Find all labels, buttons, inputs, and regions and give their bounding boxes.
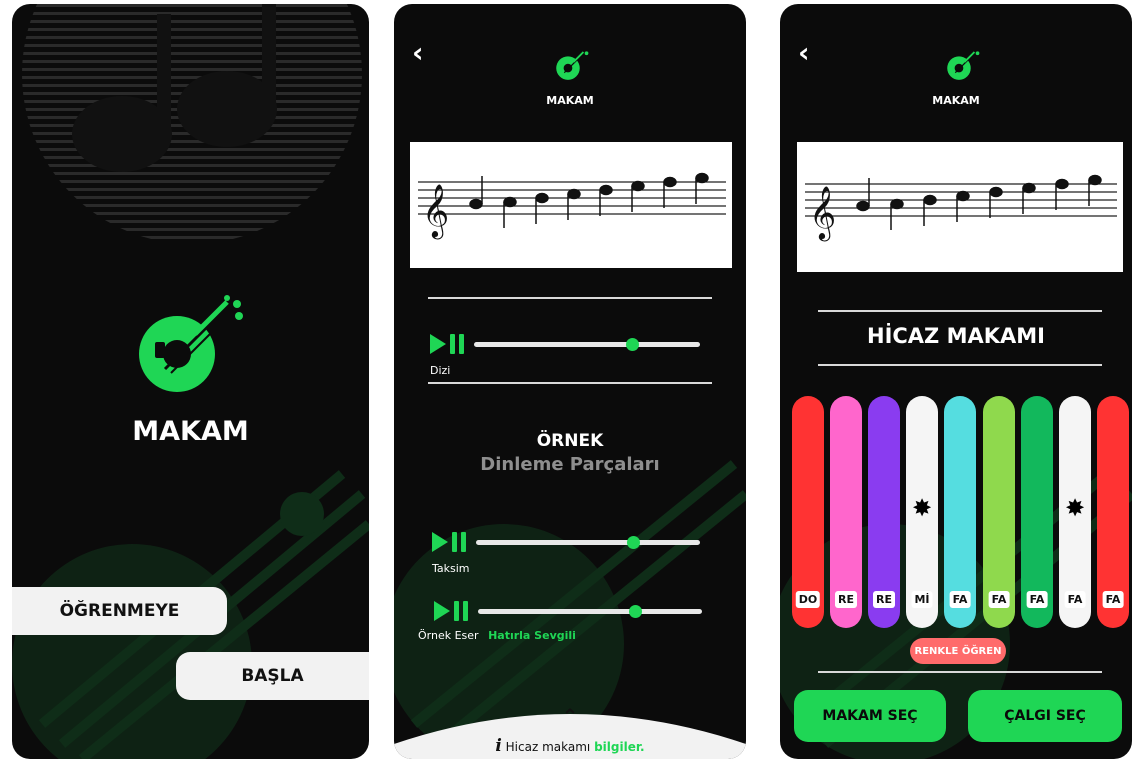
note-label: FA [949, 591, 971, 608]
progress-knob[interactable] [626, 535, 640, 549]
color-bar[interactable]: FA [1021, 396, 1053, 628]
divider [428, 297, 712, 299]
progress-track[interactable] [478, 604, 702, 618]
progress-track[interactable] [474, 337, 700, 351]
app-title: MAKAM [132, 416, 249, 447]
makam-colors-screen: ‹ MAKAM 𝄞 HİCAZ MAKAMI DO RE RE ✸ Mİ FA … [780, 4, 1132, 759]
pause-icon[interactable] [454, 601, 468, 621]
divider [818, 364, 1102, 366]
note-label: FA [988, 591, 1010, 608]
select-instrument-button[interactable]: ÇALGI SEÇ [968, 690, 1122, 742]
example-piece-link[interactable]: Hatırla Sevgili [488, 629, 576, 642]
play-icon[interactable] [430, 334, 446, 354]
select-makam-button[interactable]: MAKAM SEÇ [794, 690, 946, 742]
guitar-logo-icon [556, 51, 589, 80]
info-link[interactable]: bilgiler. [594, 740, 645, 754]
guitar-logo-icon [139, 295, 243, 392]
info-line: i Hicaz makamı bilgiler. [394, 736, 746, 756]
note-label: DO [795, 591, 821, 608]
guitar-logo-icon [947, 51, 980, 80]
progress-track[interactable] [476, 535, 700, 549]
divider [818, 310, 1102, 312]
start-button[interactable]: BAŞLA [176, 652, 369, 700]
back-chevron-icon[interactable]: ‹ [412, 36, 424, 69]
color-bar[interactable]: FA [944, 396, 976, 628]
music-staff: 𝄞 [797, 142, 1123, 272]
info-prefix: Hicaz makamı [505, 740, 591, 754]
header-title: MAKAM [546, 94, 594, 107]
progress-knob[interactable] [628, 604, 642, 618]
star-icon: ✸ [1064, 494, 1086, 522]
color-bar[interactable]: ✸ FA [1059, 396, 1091, 628]
section-subtitle: Dinleme Parçaları [480, 454, 660, 475]
color-bar[interactable]: ✸ Mİ [906, 396, 938, 628]
color-learn-button[interactable]: RENKLE ÖĞREN [910, 638, 1006, 664]
note-label: FA [1064, 591, 1086, 608]
makam-title: HİCAZ MAKAMI [867, 324, 1045, 348]
color-bar[interactable]: RE [868, 396, 900, 628]
pause-icon[interactable] [450, 334, 464, 354]
example-piece-prefix: Örnek Eser [418, 629, 479, 642]
divider [428, 382, 712, 384]
dizi-label: Dizi [430, 364, 451, 377]
taksim-label: Taksim [432, 562, 470, 575]
note-label: RE [873, 591, 895, 608]
splash-screen: MAKAM ÖĞRENMEYE BAŞLA [12, 4, 369, 759]
color-bar[interactable]: DO [792, 396, 824, 628]
music-staff: 𝄞 [410, 142, 732, 268]
taksim-player [432, 532, 700, 552]
divider [818, 671, 1102, 673]
pause-icon[interactable] [452, 532, 466, 552]
color-bar[interactable]: FA [1097, 396, 1129, 628]
play-icon[interactable] [432, 532, 448, 552]
learn-button[interactable]: ÖĞRENMEYE [12, 587, 227, 635]
back-chevron-icon[interactable]: ‹ [798, 36, 810, 69]
progress-knob[interactable] [626, 337, 640, 351]
note-label: RE [835, 591, 857, 608]
color-bar[interactable]: FA [983, 396, 1015, 628]
color-bar[interactable]: RE [830, 396, 862, 628]
note-label: FA [1026, 591, 1048, 608]
section-title: ÖRNEK [536, 431, 604, 451]
example-piece-label: Örnek Eser Hatırla Sevgili [418, 629, 576, 642]
note-label: Mİ [911, 591, 933, 608]
svg-text:𝄞: 𝄞 [422, 183, 449, 239]
makam-player-screen: ‹ MAKAM 𝄞 Dizi ÖRNEK Dinleme Parçaları T… [394, 4, 746, 759]
chevron-up-icon[interactable]: ⌃ [394, 704, 746, 728]
svg-text:𝄞: 𝄞 [809, 185, 836, 241]
star-icon: ✸ [911, 494, 933, 522]
dizi-player [430, 334, 700, 354]
info-icon: i [495, 736, 502, 756]
note-label: FA [1102, 591, 1124, 608]
play-icon[interactable] [434, 601, 450, 621]
example-piece-player [434, 601, 702, 621]
header-title: MAKAM [932, 94, 980, 107]
